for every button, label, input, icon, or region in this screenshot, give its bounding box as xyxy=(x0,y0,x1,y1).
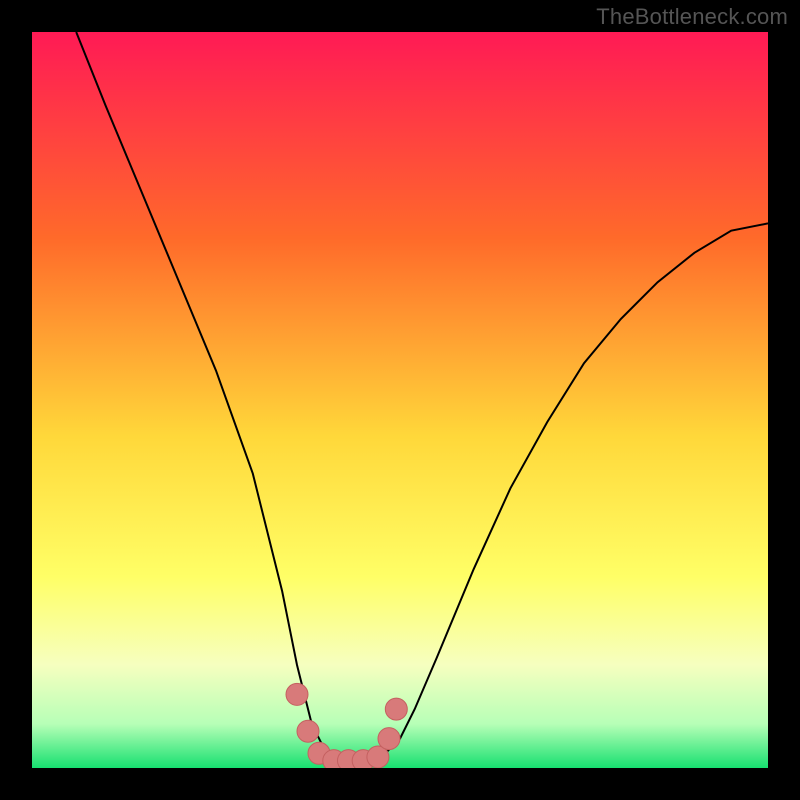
chart-svg xyxy=(32,32,768,768)
heat-gradient-background xyxy=(32,32,768,768)
chart-frame: TheBottleneck.com xyxy=(0,0,800,800)
valley-marker xyxy=(286,683,308,705)
valley-marker xyxy=(378,728,400,750)
valley-marker xyxy=(297,720,319,742)
valley-marker xyxy=(385,698,407,720)
watermark-text: TheBottleneck.com xyxy=(596,4,788,30)
plot-area xyxy=(32,32,768,768)
